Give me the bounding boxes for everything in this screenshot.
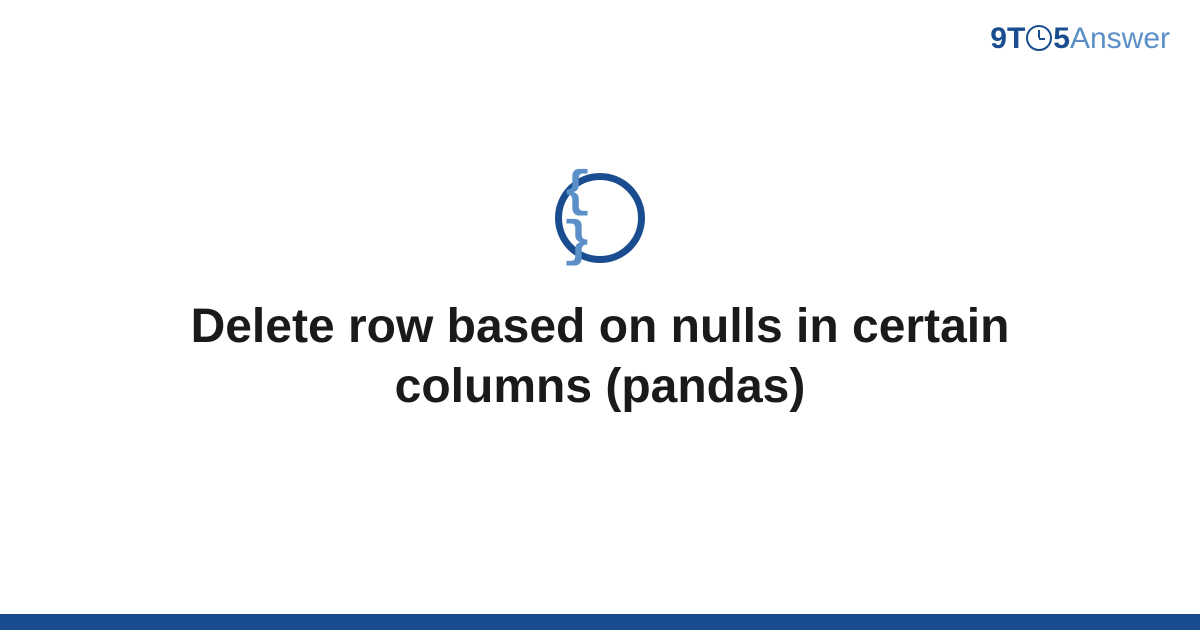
footer-accent-bar	[0, 614, 1200, 630]
page-title: Delete row based on nulls in certain col…	[150, 297, 1050, 417]
main-content: { } Delete row based on nulls in certain…	[0, 0, 1200, 630]
braces-glyph: { }	[562, 168, 638, 268]
braces-icon: { }	[555, 173, 645, 263]
